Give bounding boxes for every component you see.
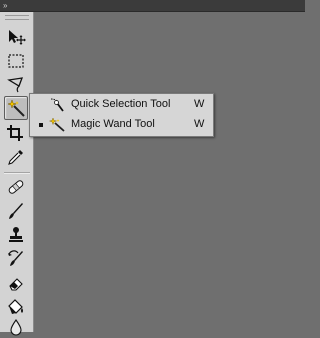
drop-icon xyxy=(10,319,22,336)
move-icon xyxy=(9,30,26,45)
eyedropper-icon xyxy=(8,150,23,165)
move-tool[interactable] xyxy=(4,26,28,48)
flyout-item-label: Quick Selection Tool xyxy=(71,98,171,110)
lasso-tool[interactable] xyxy=(4,74,28,96)
collapse-panel-button[interactable]: » xyxy=(0,0,34,11)
flyout-item-quick-selection[interactable]: Quick Selection Tool W xyxy=(31,95,212,115)
magic-wand-tool[interactable] xyxy=(4,96,28,120)
panel-grip[interactable] xyxy=(5,15,29,20)
marquee-icon xyxy=(8,54,24,68)
history-brush-tool[interactable] xyxy=(4,248,28,270)
quick-selection-icon xyxy=(50,98,64,112)
flyout-item-magic-wand[interactable]: Magic Wand Tool W xyxy=(31,115,212,135)
rectangular-marquee-tool[interactable] xyxy=(4,50,28,72)
brush-tool[interactable] xyxy=(4,200,28,222)
blur-tool[interactable] xyxy=(4,316,28,338)
eraser-icon xyxy=(9,278,23,291)
history-brush-icon xyxy=(8,250,23,266)
tools-panel xyxy=(0,12,34,336)
crop-icon xyxy=(7,125,23,141)
selected-indicator xyxy=(39,123,43,127)
bucket-icon xyxy=(8,299,23,314)
toolbar-divider xyxy=(4,172,30,174)
flyout-item-shortcut: W xyxy=(194,118,205,130)
stamp-icon xyxy=(9,227,23,242)
eraser-tool[interactable] xyxy=(4,272,28,294)
selection-tools-flyout: Quick Selection Tool W Magic Wand Tool W xyxy=(29,93,214,137)
spot-healing-brush-tool[interactable] xyxy=(4,176,28,198)
brush-icon xyxy=(9,203,23,219)
eyedropper-tool[interactable] xyxy=(4,146,28,168)
flyout-item-label: Magic Wand Tool xyxy=(71,118,155,130)
bandage-icon xyxy=(8,180,24,194)
magic-wand-icon xyxy=(7,99,25,117)
flyout-item-shortcut: W xyxy=(194,98,205,110)
lasso-icon xyxy=(7,77,23,93)
panel-header: » xyxy=(0,0,305,12)
crop-tool[interactable] xyxy=(4,122,28,144)
magic-wand-icon xyxy=(49,117,65,132)
clone-stamp-tool[interactable] xyxy=(4,224,28,246)
paint-bucket-tool[interactable] xyxy=(4,296,28,318)
